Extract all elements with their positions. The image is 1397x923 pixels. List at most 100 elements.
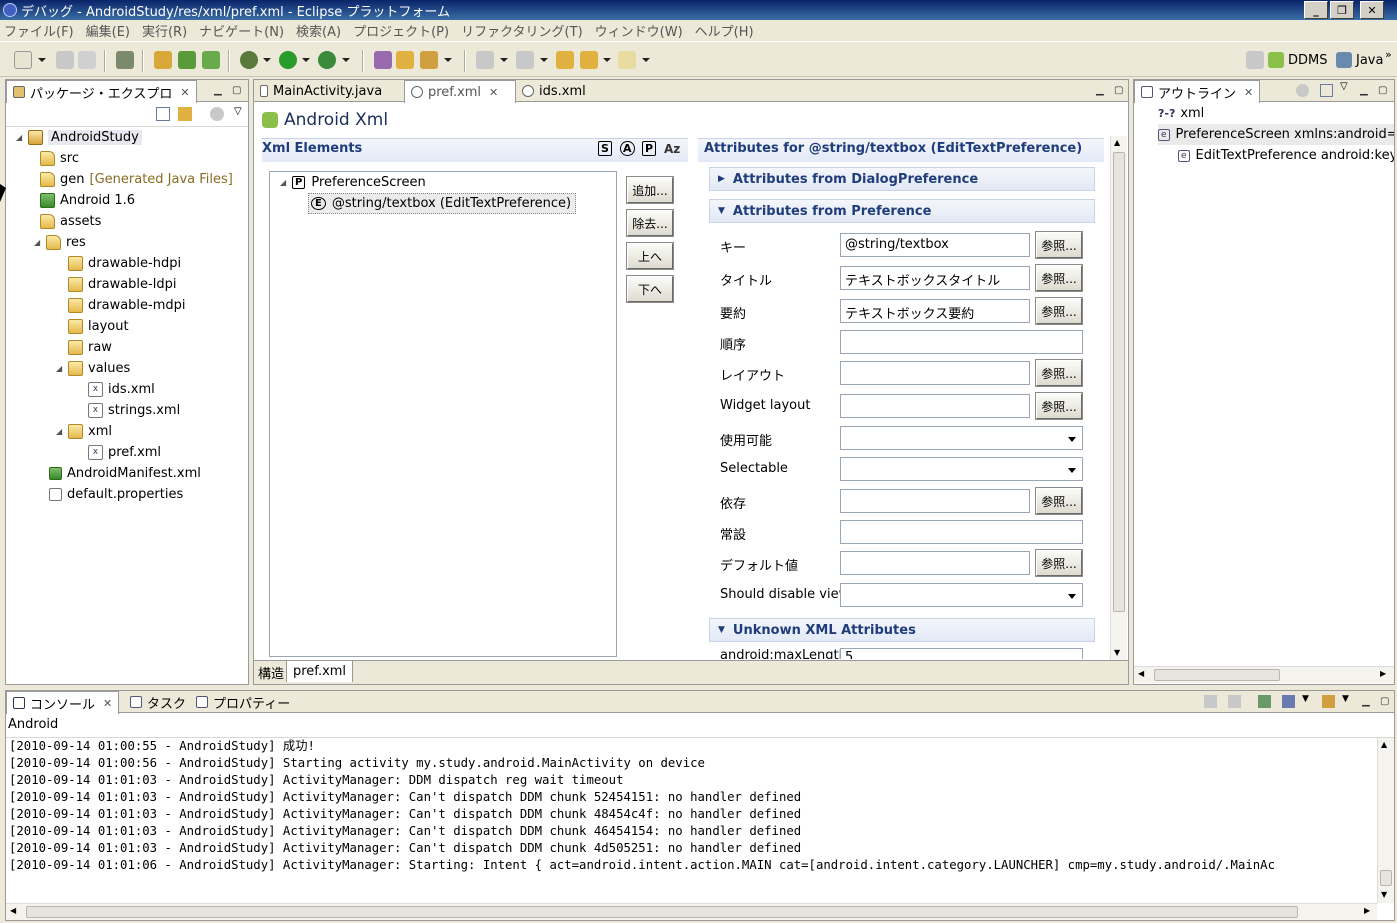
close-icon[interactable]: ✕: [489, 86, 498, 99]
tab-pref-xml[interactable]: pref.xml ✕: [404, 80, 516, 103]
tree-item-pref-xml[interactable]: x pref.xml: [88, 442, 161, 463]
element-tree[interactable]: ◢ P PreferenceScreen E @string/textbox (…: [269, 171, 617, 657]
more-perspectives-icon[interactable]: »: [1385, 48, 1392, 61]
section-dialog-preference[interactable]: ▶ Attributes from DialogPreference: [709, 167, 1095, 191]
menu-window[interactable]: ウィンドウ(W): [595, 21, 683, 40]
close-icon[interactable]: ✕: [1244, 86, 1253, 99]
display-console-icon[interactable]: [1282, 695, 1295, 708]
key-input[interactable]: @string/textbox: [840, 233, 1030, 257]
scroll-up-icon[interactable]: ▲: [1381, 740, 1387, 749]
minimize-view-icon[interactable]: ▁: [1362, 696, 1370, 707]
new-dropdown-icon[interactable]: [38, 58, 46, 62]
outline-item-edittextpreference[interactable]: e EditTextPreference android:key=(: [1178, 145, 1394, 166]
display-console-dropdown-icon[interactable]: ▼: [1302, 694, 1309, 704]
tree-item-strings-xml[interactable]: x strings.xml: [88, 400, 180, 421]
menu-project[interactable]: プロジェクト(P): [353, 21, 449, 40]
scrollbar-thumb[interactable]: [1154, 669, 1280, 681]
collapse-icon[interactable]: ◢: [56, 427, 65, 436]
scroll-down-icon[interactable]: ▼: [1381, 890, 1387, 899]
sort-s-icon[interactable]: S: [598, 141, 612, 156]
summary-browse-button[interactable]: 参照...: [1036, 298, 1082, 324]
new-android-project-icon[interactable]: [178, 51, 196, 69]
layout-input[interactable]: [840, 361, 1030, 385]
open-perspective-icon[interactable]: [1246, 51, 1264, 69]
collapse-icon[interactable]: ◢: [280, 178, 289, 187]
tree-item-src[interactable]: src: [40, 148, 79, 169]
debug-dropdown-icon[interactable]: [263, 58, 271, 62]
tree-item-edittextpreference[interactable]: E @string/textbox (EditTextPreference): [308, 193, 577, 214]
open-console-icon[interactable]: [1322, 695, 1335, 708]
scroll-up-icon[interactable]: ▲: [1114, 138, 1120, 147]
sort-az-icon[interactable]: Az: [664, 142, 680, 156]
link-with-editor-icon[interactable]: [178, 107, 192, 121]
collapse-icon[interactable]: ◢: [56, 364, 65, 373]
last-edit-location-icon[interactable]: [556, 51, 574, 69]
console-hscrollbar[interactable]: ◀ ▶: [6, 903, 1377, 920]
collapse-icon[interactable]: ◢: [16, 133, 25, 142]
view-menu-icon[interactable]: ▽: [234, 106, 242, 117]
tab-tasks[interactable]: タスク: [124, 691, 192, 713]
tree-item-res[interactable]: ◢ res: [34, 232, 86, 253]
perspective-ddms[interactable]: DDMS: [1268, 52, 1328, 68]
tree-item-gen[interactable]: gen [Generated Java Files]: [40, 169, 233, 190]
external-tools-icon[interactable]: [318, 51, 336, 69]
scroll-left-icon[interactable]: ◀: [1138, 669, 1144, 678]
forward-dropdown-icon[interactable]: [642, 58, 650, 62]
scrollbar-thumb[interactable]: [26, 906, 1298, 918]
section-preference[interactable]: ▼ Attributes from Preference: [709, 199, 1095, 223]
outline-item-xml[interactable]: ?-? xml: [1158, 103, 1204, 124]
tab-mainactivity-java[interactable]: MainActivity.java: [254, 80, 404, 102]
view-menu-icon[interactable]: ▽: [1340, 81, 1348, 92]
tree-item-drawable-ldpi[interactable]: drawable-ldpi: [68, 274, 176, 295]
tree-item-default-properties[interactable]: default.properties: [49, 484, 183, 505]
order-input[interactable]: [840, 330, 1083, 354]
enabled-select[interactable]: [840, 426, 1083, 450]
layout-browse-button[interactable]: 参照...: [1036, 360, 1082, 386]
close-icon[interactable]: ✕: [180, 86, 189, 99]
scrollbar-thumb[interactable]: [1113, 152, 1125, 612]
dependency-input[interactable]: [840, 489, 1030, 513]
save-icon[interactable]: [56, 51, 74, 69]
scroll-right-icon[interactable]: ▶: [1380, 669, 1386, 678]
tab-console[interactable]: コンソール ✕: [6, 691, 120, 714]
sort-a-icon[interactable]: A: [620, 141, 635, 156]
tree-item-xml[interactable]: ◢ xml: [56, 421, 112, 442]
widget-layout-input[interactable]: [840, 394, 1030, 418]
tree-item-values[interactable]: ◢ values: [56, 358, 130, 379]
tree-item-ids-xml[interactable]: x ids.xml: [88, 379, 155, 400]
scroll-down-icon[interactable]: ▼: [1114, 648, 1120, 657]
console-vscrollbar[interactable]: ▲ ▼: [1377, 738, 1394, 903]
tab-structure[interactable]: 構造: [254, 661, 288, 683]
debug-view-icon[interactable]: [116, 51, 134, 69]
external-tools-dropdown-icon[interactable]: [342, 58, 350, 62]
android-xml-icon[interactable]: [202, 51, 220, 69]
sort-icon[interactable]: [1296, 84, 1309, 97]
move-up-button[interactable]: 上へ: [627, 243, 673, 269]
tab-package-explorer[interactable]: パッケージ・エクスプロ ✕: [6, 80, 197, 103]
maxlength-input[interactable]: 5: [840, 648, 1083, 659]
clear-console-icon[interactable]: [1204, 695, 1217, 708]
tab-outline[interactable]: アウトライン ✕: [1134, 80, 1261, 103]
run-dropdown-icon[interactable]: [302, 58, 310, 62]
open-type-icon[interactable]: [374, 51, 392, 69]
outline-hscrollbar[interactable]: ◀ ▶: [1134, 666, 1394, 683]
back-icon[interactable]: [580, 51, 598, 69]
menu-navigate[interactable]: ナビゲート(N): [199, 21, 284, 40]
debug-icon[interactable]: [240, 51, 258, 69]
scroll-right-icon[interactable]: ▶: [1364, 906, 1370, 915]
move-down-button[interactable]: 下へ: [627, 276, 673, 302]
tree-item-manifest[interactable]: AndroidManifest.xml: [49, 463, 201, 484]
restore-window-button[interactable]: ❐: [1330, 1, 1354, 19]
dependency-browse-button[interactable]: 参照...: [1036, 488, 1082, 514]
print-icon[interactable]: [78, 51, 96, 69]
next-annotation-dropdown-icon[interactable]: [500, 58, 508, 62]
maximize-view-icon[interactable]: ▢: [232, 85, 241, 96]
forward-icon[interactable]: [618, 51, 636, 69]
perspective-java[interactable]: Java: [1336, 52, 1383, 68]
minimize-window-button[interactable]: _: [1304, 1, 1328, 19]
scrollbar-thumb[interactable]: [1380, 870, 1392, 886]
run-icon[interactable]: [279, 51, 297, 69]
search-icon[interactable]: [420, 51, 438, 69]
new-icon[interactable]: [14, 51, 32, 69]
collapse-icon[interactable]: ◢: [34, 238, 43, 247]
